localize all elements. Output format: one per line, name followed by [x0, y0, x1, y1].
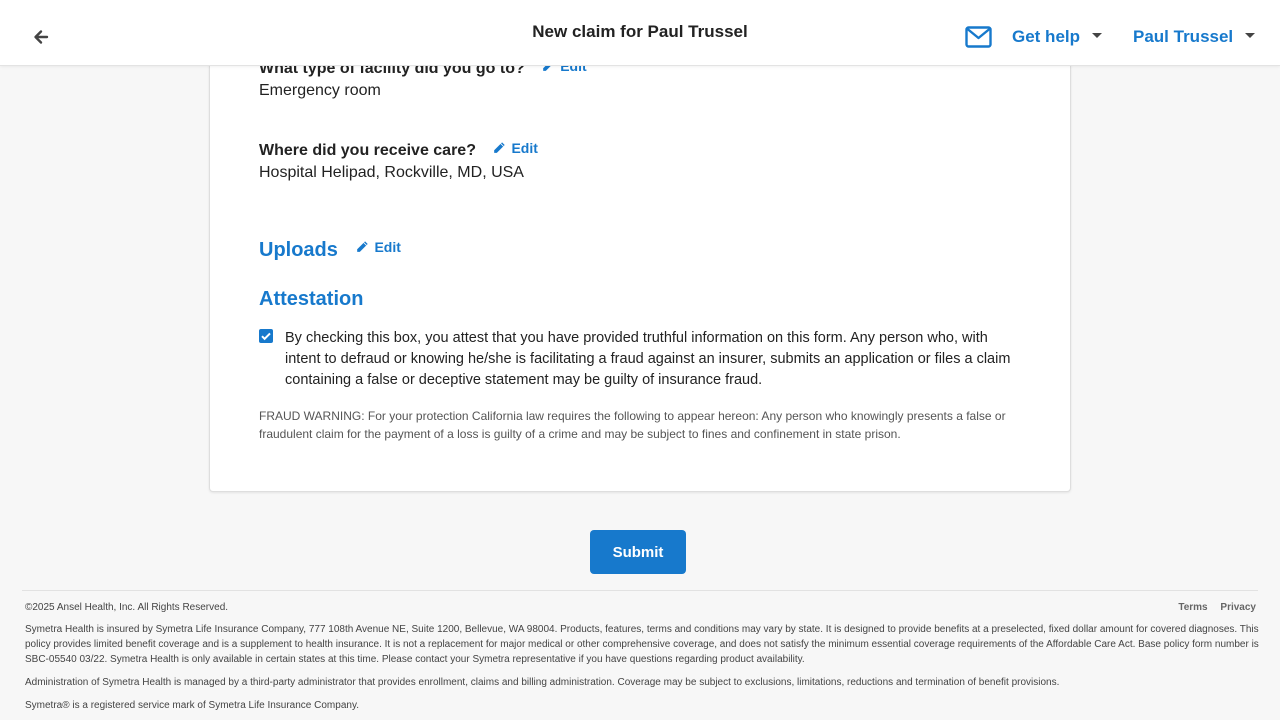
get-help-dropdown[interactable]: Get help	[1012, 27, 1103, 47]
edit-label: Edit	[374, 239, 401, 255]
attestation-title: Attestation	[259, 288, 364, 310]
messages-button[interactable]	[965, 26, 992, 48]
pencil-icon	[494, 142, 506, 153]
edit-care-location-link[interactable]: Edit	[492, 140, 538, 156]
submit-button[interactable]: Submit	[590, 530, 686, 574]
chevron-down-icon	[1092, 33, 1103, 39]
claim-review-card: What type of facility did you go to? Edi…	[209, 0, 1071, 492]
fraud-warning-text: FRAUD WARNING: For your protection Calif…	[259, 409, 1006, 441]
chevron-down-icon	[1245, 33, 1256, 39]
footer-divider	[22, 590, 1258, 591]
attestation-text: By checking this box, you attest that yo…	[285, 330, 1011, 388]
footer-legal-trademark: Symetra® is a registered service mark of…	[25, 700, 359, 711]
question-care-location: Where did you receive care? Edit	[259, 140, 538, 160]
attestation-checkbox[interactable]	[259, 329, 273, 343]
footer-legal-administration: Administration of Symetra Health is mana…	[25, 677, 1060, 688]
footer-copyright: ©2025 Ansel Health, Inc. All Rights Rese…	[25, 602, 229, 613]
terms-link[interactable]: Terms	[1178, 602, 1207, 613]
edit-label: Edit	[511, 140, 538, 156]
footer-legal-insurer: Symetra Health is insured by Symetra Lif…	[25, 624, 1259, 665]
privacy-link[interactable]: Privacy	[1220, 602, 1256, 613]
answer-care-location: Hospital Helipad, Rockville, MD, USA	[259, 164, 524, 181]
user-name-label: Paul Trussel	[1133, 27, 1234, 46]
pencil-icon	[357, 241, 369, 252]
edit-uploads-link[interactable]: Edit	[355, 239, 401, 255]
envelope-icon	[965, 26, 992, 48]
user-menu-dropdown[interactable]: Paul Trussel	[1133, 27, 1256, 47]
answer-facility-type: Emergency room	[259, 82, 381, 99]
uploads-title: Uploads	[259, 239, 338, 261]
uploads-section: Uploads Edit	[259, 239, 401, 262]
get-help-label: Get help	[1012, 27, 1081, 46]
question-label: Where did you receive care?	[259, 142, 476, 159]
checkmark-icon	[261, 332, 271, 341]
top-header: New claim for Paul Trussel Get help Paul…	[0, 0, 1280, 66]
footer-links: Terms Privacy	[1168, 602, 1256, 613]
